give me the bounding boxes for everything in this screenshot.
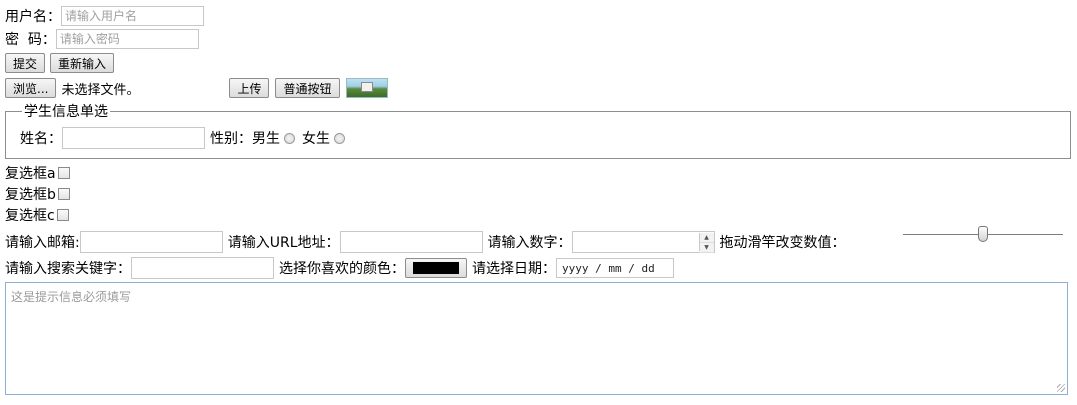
number-label: 请输入数字： (487, 235, 572, 251)
range-thumb[interactable] (978, 226, 988, 242)
female-radio[interactable] (334, 132, 345, 144)
spin-down-icon[interactable]: ▼ (699, 243, 714, 253)
email-label: 请输入邮箱: (5, 235, 80, 251)
checkbox-b-row: 复选框b (5, 184, 70, 204)
username-row: 用户名： (5, 6, 204, 26)
html5-inputs-row-1: 请输入邮箱: 请输入URL地址： 请输入数字： ▲ ▼ 拖动滑竿改变数值： (5, 231, 846, 253)
browse-button[interactable]: 浏览... (5, 78, 57, 98)
name-label: 姓名： (20, 131, 62, 147)
url-label: 请输入URL地址： (227, 235, 340, 251)
male-radio[interactable] (284, 132, 295, 144)
search-input[interactable] (131, 257, 274, 279)
email-input[interactable] (79, 231, 223, 253)
required-textarea[interactable] (5, 282, 1068, 395)
gender-label: 性别： (210, 131, 252, 147)
password-label: 密 码： (5, 32, 56, 48)
search-label: 请输入搜索关键字： (5, 261, 131, 277)
submit-button[interactable]: 提交 (5, 53, 46, 73)
resize-grip-icon[interactable] (1057, 384, 1065, 392)
range-label: 拖动滑竿改变数值： (719, 235, 846, 251)
checkbox-a[interactable] (57, 167, 70, 179)
username-input[interactable] (61, 6, 204, 26)
date-input[interactable]: yyyy / mm / dd (556, 258, 674, 278)
color-swatch (413, 262, 459, 274)
range-slider[interactable] (903, 226, 1063, 242)
student-info-fieldset: 学生信息单选 姓名： 性别： 男生 女生 (5, 101, 1071, 159)
checkbox-b[interactable] (57, 188, 70, 200)
image-button[interactable] (345, 78, 388, 98)
checkbox-c[interactable] (56, 209, 69, 221)
name-input[interactable] (62, 127, 205, 149)
female-label: 女生 (302, 131, 330, 147)
file-row: 浏览... 未选择文件。 上传 普通按钮 (5, 78, 388, 98)
html5-inputs-row-2: 请输入搜索关键字： 选择你喜欢的颜色： 请选择日期： yyyy / mm / d… (5, 257, 674, 279)
checkbox-a-label: 复选框a (5, 166, 56, 182)
checkbox-c-label: 复选框c (5, 208, 55, 224)
upload-button[interactable]: 上传 (229, 78, 270, 98)
spin-up-icon[interactable]: ▲ (699, 233, 714, 243)
male-label: 男生 (252, 131, 280, 147)
normal-button[interactable]: 普通按钮 (275, 78, 340, 98)
fieldset-legend: 学生信息单选 (24, 104, 108, 120)
username-label: 用户名： (5, 9, 61, 25)
checkbox-a-row: 复选框a (5, 163, 70, 183)
form-actions: 提交 重新输入 (5, 53, 115, 73)
password-input[interactable] (55, 29, 199, 49)
password-row: 密 码： (5, 29, 199, 49)
checkbox-b-label: 复选框b (5, 187, 56, 203)
color-label: 选择你喜欢的颜色： (279, 261, 405, 277)
color-picker[interactable] (405, 258, 467, 278)
date-label: 请选择日期： (472, 261, 556, 277)
checkbox-c-row: 复选框c (5, 205, 69, 225)
number-input[interactable]: ▲ ▼ (571, 231, 715, 253)
no-file-text: 未选择文件。 (61, 82, 140, 98)
student-info-row: 姓名： 性别： 男生 女生 (20, 127, 1070, 149)
number-spinner[interactable]: ▲ ▼ (698, 233, 714, 253)
url-input[interactable] (339, 231, 483, 253)
reset-button[interactable]: 重新输入 (50, 53, 115, 73)
